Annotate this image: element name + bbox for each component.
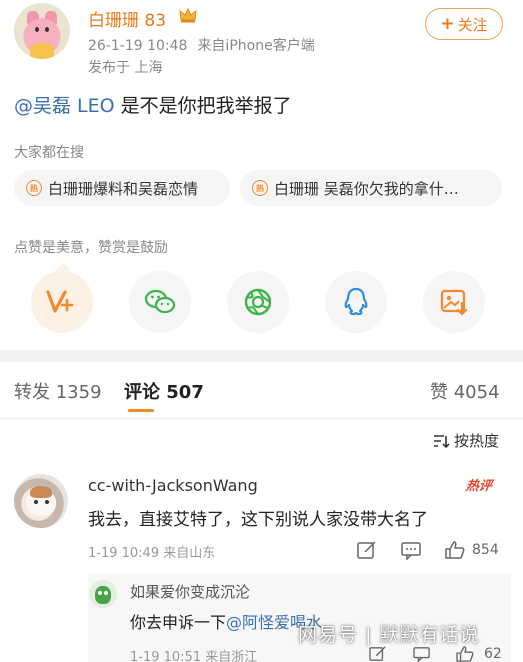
commenter-avatar[interactable] [14,474,68,528]
comment-meta: 1-19 10:49 来自山东 [88,542,215,561]
reply-body: 你去申诉一下 [130,613,227,632]
section-divider [0,350,523,362]
plus-icon: + [440,13,455,34]
commenter-username[interactable]: cc-with-JacksonWang [88,476,258,495]
reply-icon[interactable] [400,540,422,560]
replier-username[interactable]: 如果爱你变成沉沦 [130,581,250,602]
repost-comment-icon[interactable] [356,540,378,560]
post-source: 来自iPhone客户端 [197,38,315,54]
save-image-icon [440,289,468,316]
search-hot-icon: 热 [26,180,42,196]
share-wechat-button[interactable] [129,271,191,333]
reply-location: 来自浙江 [205,650,258,662]
tab-comments[interactable]: 评论 507 [124,378,204,404]
reward-label: 点赞是美意，赞赏是鼓励 [14,240,168,256]
trending-chip-text: 白珊珊爆料和吴磊恋情 [48,179,199,198]
post-content: @吴磊 LEO 是不是你把我举报了 [14,91,292,118]
username[interactable]: 白珊珊 83 [88,6,166,31]
user-avatar[interactable] [14,3,70,59]
share-qq-button[interactable] [325,271,387,333]
sort-label: 按热度 [454,432,500,450]
trending-chip-text: 白珊珊 吴磊你欠我的拿什… [274,179,459,198]
tab-repost-count: 1359 [55,382,102,403]
follow-label: 关注 [457,15,488,34]
tab-likes-count: 4054 [453,382,500,403]
post-meta: 26-1-19 10:48 来自iPhone客户端 [88,35,315,55]
follow-button[interactable]: + 关注 [425,8,503,40]
repost-reply-icon[interactable] [368,646,388,662]
reply-reply-icon[interactable] [412,646,432,662]
thumbs-up-icon[interactable] [444,540,466,560]
active-tab-indicator [128,409,154,412]
vip-crown-icon [179,7,197,23]
reply-text: 你去申诉一下@阿怪爱喝水 [130,609,322,633]
v-plus-icon [46,290,74,313]
tab-repost[interactable]: 转发 1359 [14,378,102,404]
trending-label: 大家都在搜 [14,145,84,161]
reply-meta: 1-19 10:51 来自浙江 [130,646,257,662]
watermark: 网易号 | 默默有话说 [298,624,480,646]
post-timestamp: 26-1-19 10:48 [88,38,188,54]
reply-like-count: 62 [484,646,502,662]
qq-icon [344,287,368,316]
reply-time: 1-19 10:51 [130,650,202,662]
tab-comments-count: 507 [166,382,204,403]
hot-comment-badge: 热评 [464,479,493,494]
sort-button[interactable]: 按热度 [432,430,499,451]
comment-location: 来自山东 [163,546,216,561]
reply-thumbs-up-icon[interactable] [455,646,475,662]
post-body: 是不是你把我举报了 [114,95,292,117]
tab-repost-label: 转发 [14,382,50,403]
share-moments-button[interactable] [227,271,289,333]
comment-like-count: 854 [472,542,499,558]
tab-likes-label: 赞 [430,382,448,403]
wechat-icon [144,289,176,314]
save-image-button[interactable] [423,271,485,333]
post-mention[interactable]: @吴磊 LEO [14,95,115,117]
comment-time: 1-19 10:49 [88,546,160,561]
trending-chip[interactable]: 热 白珊珊 吴磊你欠我的拿什… [240,170,502,206]
tab-divider [0,418,523,419]
search-hot-icon: 热 [252,180,268,196]
v-plus-button[interactable] [31,271,93,333]
sort-icon [434,434,450,448]
moments-icon [244,288,272,316]
reward-pointer [55,263,71,271]
tab-likes[interactable]: 赞 4054 [430,378,500,404]
replier-avatar[interactable] [89,580,117,608]
comment-text: 我去，直接艾特了，这下别说人家没带大名了 [88,510,428,530]
tab-comments-label: 评论 [124,382,160,403]
trending-chip[interactable]: 热 白珊珊爆料和吴磊恋情 [14,170,230,206]
post-location: 发布于 上海 [88,60,163,76]
